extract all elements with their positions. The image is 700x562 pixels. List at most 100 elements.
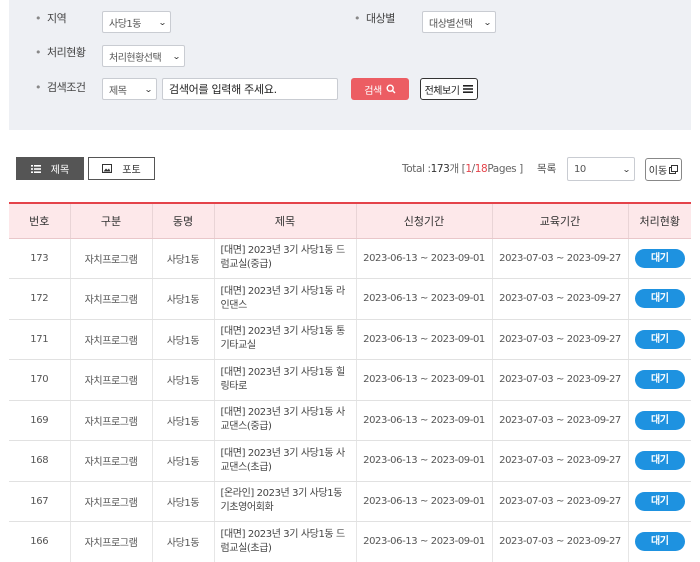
cell-edu-period: 2023-07-03 ~ 2023-09-27 [492, 359, 629, 401]
list-icon [463, 85, 474, 93]
table-row[interactable]: 171 자치프로그램 사당1동 [대면] 2023년 3기 사당1동 통기타교실… [9, 319, 691, 360]
list-icon [30, 164, 41, 173]
cell-title-link[interactable]: [대면] 2023년 3기 사당1동 사교댄스(초급) [214, 440, 357, 482]
status-badge[interactable]: 대기 [634, 491, 685, 511]
chevron-down-icon: ⌄ [171, 51, 181, 61]
status-badge[interactable]: 대기 [634, 289, 685, 309]
status-badge[interactable]: 대기 [634, 370, 685, 390]
cell-no: 168 [9, 440, 71, 482]
cell-title-link[interactable]: [대면] 2023년 3기 사당1동 드럼교실(중급) [214, 238, 357, 279]
cell-dong: 사당1동 [152, 440, 215, 482]
search-condition-label: • 검색조건 [35, 81, 86, 94]
table-row[interactable]: 173 자치프로그램 사당1동 [대면] 2023년 3기 사당1동 드럼교실(… [9, 238, 691, 279]
cell-dong: 사당1동 [152, 319, 215, 360]
col-header-title: 제목 [214, 202, 357, 239]
cell-category: 자치프로그램 [70, 319, 153, 360]
cell-edu-period: 2023-07-03 ~ 2023-09-27 [492, 278, 629, 320]
table-row[interactable]: 172 자치프로그램 사당1동 [대면] 2023년 3기 사당1동 라인댄스 … [9, 278, 691, 320]
cell-edu-period: 2023-07-03 ~ 2023-09-27 [492, 319, 629, 360]
target-label: • 대상별 [354, 12, 395, 25]
status-badge[interactable]: 대기 [634, 248, 685, 268]
search-input[interactable]: 검색어를 입력해 주세요. [162, 78, 338, 100]
cell-edu-period: 2023-07-03 ~ 2023-09-27 [492, 400, 629, 441]
cell-title-link[interactable]: [온라인] 2023년 3기 사당1동 기초영어회화 [214, 481, 357, 522]
cell-title-link[interactable]: [대면] 2023년 3기 사당1동 라인댄스 [214, 278, 357, 320]
filter-row-target: • 대상별 [354, 10, 395, 26]
search-icon [386, 84, 396, 94]
total-count-text: Total : 173 개 [ 1 / 18 Pages ] [402, 162, 523, 176]
filter-row-region: • 지역 [35, 10, 67, 26]
filter-row-status: • 처리현황 [35, 44, 86, 60]
cell-edu-period: 2023-07-03 ~ 2023-09-27 [492, 521, 629, 562]
status-label: • 처리현황 [35, 46, 86, 59]
cell-dong: 사당1동 [152, 278, 215, 320]
region-select[interactable]: 사당1동 ⌄ [102, 11, 171, 33]
move-button[interactable]: 이동 [645, 158, 682, 181]
cell-category: 자치프로그램 [70, 440, 153, 482]
cell-edu-period: 2023-07-03 ~ 2023-09-27 [492, 440, 629, 482]
col-header-dong: 동명 [152, 202, 215, 239]
cell-status: 대기 [628, 481, 691, 522]
status-badge[interactable]: 대기 [634, 329, 685, 349]
cell-no: 171 [9, 319, 71, 360]
cell-title-link[interactable]: [대면] 2023년 3기 사당1동 사교댄스(중급) [214, 400, 357, 441]
cell-no: 169 [9, 400, 71, 441]
search-panel: • 지역 사당1동 ⌄ • 대상별 대상별선택 ⌄ • 처리현황 처리현황선택 ⌄ •… [9, 0, 691, 130]
table-row[interactable]: 166 자치프로그램 사당1동 [대면] 2023년 3기 사당1동 드럼교실(… [9, 521, 691, 562]
table-row[interactable]: 167 자치프로그램 사당1동 [온라인] 2023년 3기 사당1동 기초영어… [9, 481, 691, 522]
cell-no: 173 [9, 238, 71, 279]
view-all-button[interactable]: 전체보기 [420, 78, 478, 100]
cell-title-link[interactable]: [대면] 2023년 3기 사당1동 드럼교실(초급) [214, 521, 357, 562]
cell-dong: 사당1동 [152, 359, 215, 401]
table-row[interactable]: 170 자치프로그램 사당1동 [대면] 2023년 3기 사당1동 힐링타로 … [9, 359, 691, 401]
cell-dong: 사당1동 [152, 521, 215, 562]
table-row[interactable]: 169 자치프로그램 사당1동 [대면] 2023년 3기 사당1동 사교댄스(… [9, 400, 691, 441]
cell-status: 대기 [628, 440, 691, 482]
cell-title-link[interactable]: [대면] 2023년 3기 사당1동 통기타교실 [214, 319, 357, 360]
chevron-down-icon: ⌄ [482, 17, 492, 27]
cell-no: 167 [9, 481, 71, 522]
cell-no: 170 [9, 359, 71, 401]
status-badge[interactable]: 대기 [634, 532, 685, 552]
external-window-icon [669, 165, 679, 174]
cell-apply-period: 2023-06-13 ~ 2023-09-01 [356, 440, 493, 482]
status-badge[interactable]: 대기 [634, 451, 685, 471]
cell-category: 자치프로그램 [70, 238, 153, 279]
cell-category: 자치프로그램 [70, 278, 153, 320]
search-button[interactable]: 검색 [351, 78, 409, 100]
per-page-select[interactable]: 10 ⌄ [567, 157, 635, 181]
cell-status: 대기 [628, 278, 691, 320]
cell-status: 대기 [628, 400, 691, 441]
col-header-edu-period: 교육기간 [492, 202, 629, 239]
cell-edu-period: 2023-07-03 ~ 2023-09-27 [492, 481, 629, 522]
status-select[interactable]: 처리현황선택 ⌄ [102, 45, 185, 67]
cell-dong: 사당1동 [152, 238, 215, 279]
cell-status: 대기 [628, 521, 691, 562]
cell-category: 자치프로그램 [70, 359, 153, 401]
search-field-select[interactable]: 제목 ⌄ [102, 78, 157, 100]
image-icon [102, 164, 113, 173]
col-header-apply-period: 신청기간 [356, 202, 493, 239]
col-header-status: 처리현황 [628, 202, 691, 239]
cell-title-link[interactable]: [대면] 2023년 3기 사당1동 힐링타로 [214, 359, 357, 401]
cell-status: 대기 [628, 359, 691, 401]
cell-apply-period: 2023-06-13 ~ 2023-09-01 [356, 278, 493, 320]
cell-category: 자치프로그램 [70, 400, 153, 441]
program-table: 번호 구분 동명 제목 신청기간 교육기간 처리현황 173 자치프로그램 사당… [9, 202, 691, 562]
cell-apply-period: 2023-06-13 ~ 2023-09-01 [356, 319, 493, 360]
chevron-down-icon: ⌄ [621, 164, 631, 174]
tab-list-view[interactable]: 제목 [16, 157, 84, 180]
status-badge[interactable]: 대기 [634, 410, 685, 430]
table-header-row: 번호 구분 동명 제목 신청기간 교육기간 처리현황 [9, 202, 691, 239]
tab-photo-view[interactable]: 포토 [88, 157, 155, 180]
cell-dong: 사당1동 [152, 481, 215, 522]
target-select[interactable]: 대상별선택 ⌄ [422, 11, 496, 33]
cell-category: 자치프로그램 [70, 521, 153, 562]
per-page-label: 목록 [537, 163, 557, 175]
chevron-down-icon: ⌄ [143, 84, 153, 94]
col-header-category: 구분 [70, 202, 153, 239]
cell-no: 166 [9, 521, 71, 562]
cell-status: 대기 [628, 238, 691, 279]
cell-status: 대기 [628, 319, 691, 360]
table-row[interactable]: 168 자치프로그램 사당1동 [대면] 2023년 3기 사당1동 사교댄스(… [9, 440, 691, 482]
